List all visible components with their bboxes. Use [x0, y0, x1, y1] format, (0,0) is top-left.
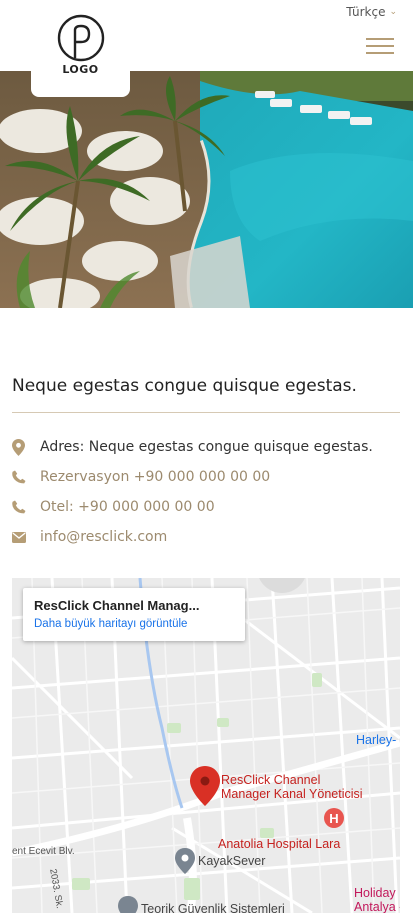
logo-text: LOGO: [62, 63, 99, 76]
email-link[interactable]: info@resclick.com: [40, 529, 167, 545]
reservation-phone-link[interactable]: Rezervasyon +90 000 000 00 00: [40, 469, 270, 485]
phone-icon: [12, 470, 40, 484]
hamburger-menu-button[interactable]: [366, 38, 394, 54]
envelope-icon: [12, 531, 40, 543]
hotel-phone-row[interactable]: Otel: +90 000 000 00 00: [12, 492, 402, 522]
map-holiday-line2: Antalya - L: [354, 900, 400, 913]
chevron-down-icon: ⌄: [389, 7, 397, 17]
map-hospital-label: Anatolia Hospital Lara: [218, 837, 341, 851]
hotel-phone-link[interactable]: Otel: +90 000 000 00 00: [40, 499, 215, 515]
email-row[interactable]: info@resclick.com: [12, 522, 402, 552]
view-larger-map-link[interactable]: Daha büyük haritayı görüntüle: [34, 618, 234, 630]
map-security-label: Teorik Güvenlik Sistemleri: [141, 902, 285, 913]
section-title: Neque egestas congue quisque egestas.: [12, 376, 357, 396]
embedded-map[interactable]: H ResClick Channel Manag... Daha büyük h…: [12, 578, 400, 913]
address-row: Adres: Neque egestas congue quisque eges…: [12, 432, 402, 462]
language-label: Türkçe: [346, 5, 386, 19]
map-holiday-line1: Holiday: [354, 886, 396, 900]
map-place-card: ResClick Channel Manag... Daha büyük har…: [23, 588, 245, 641]
logo-mark-icon: [57, 14, 105, 62]
map-pin-label-line2: Manager Kanal Yöneticisi: [221, 787, 363, 801]
map-pin-label: ResClick Channel Manager Kanal Yöneticis…: [221, 773, 363, 801]
map-holiday-label: Holiday Antalya - L: [354, 886, 400, 913]
map-street-label: ent Ecevit Blv.: [12, 846, 75, 857]
contact-info: Adres: Neque egestas congue quisque eges…: [12, 432, 402, 552]
map-marker-icon: [12, 438, 40, 456]
hero-image: [0, 71, 413, 308]
map-place-name: ResClick Channel Manag...: [34, 598, 200, 613]
phone-icon: [12, 500, 40, 514]
svg-text:H: H: [329, 811, 338, 826]
reservation-row[interactable]: Rezervasyon +90 000 000 00 00: [12, 462, 402, 492]
logo[interactable]: LOGO: [31, 0, 130, 97]
map-harley-label: Harley-: [356, 733, 397, 747]
map-kayak-label: KayakSever: [198, 854, 266, 868]
address-text: Adres: Neque egestas congue quisque eges…: [40, 439, 373, 455]
divider: [12, 412, 400, 413]
map-pin-label-line1: ResClick Channel: [221, 773, 321, 787]
language-selector[interactable]: Türkçe ⌄: [346, 5, 397, 19]
